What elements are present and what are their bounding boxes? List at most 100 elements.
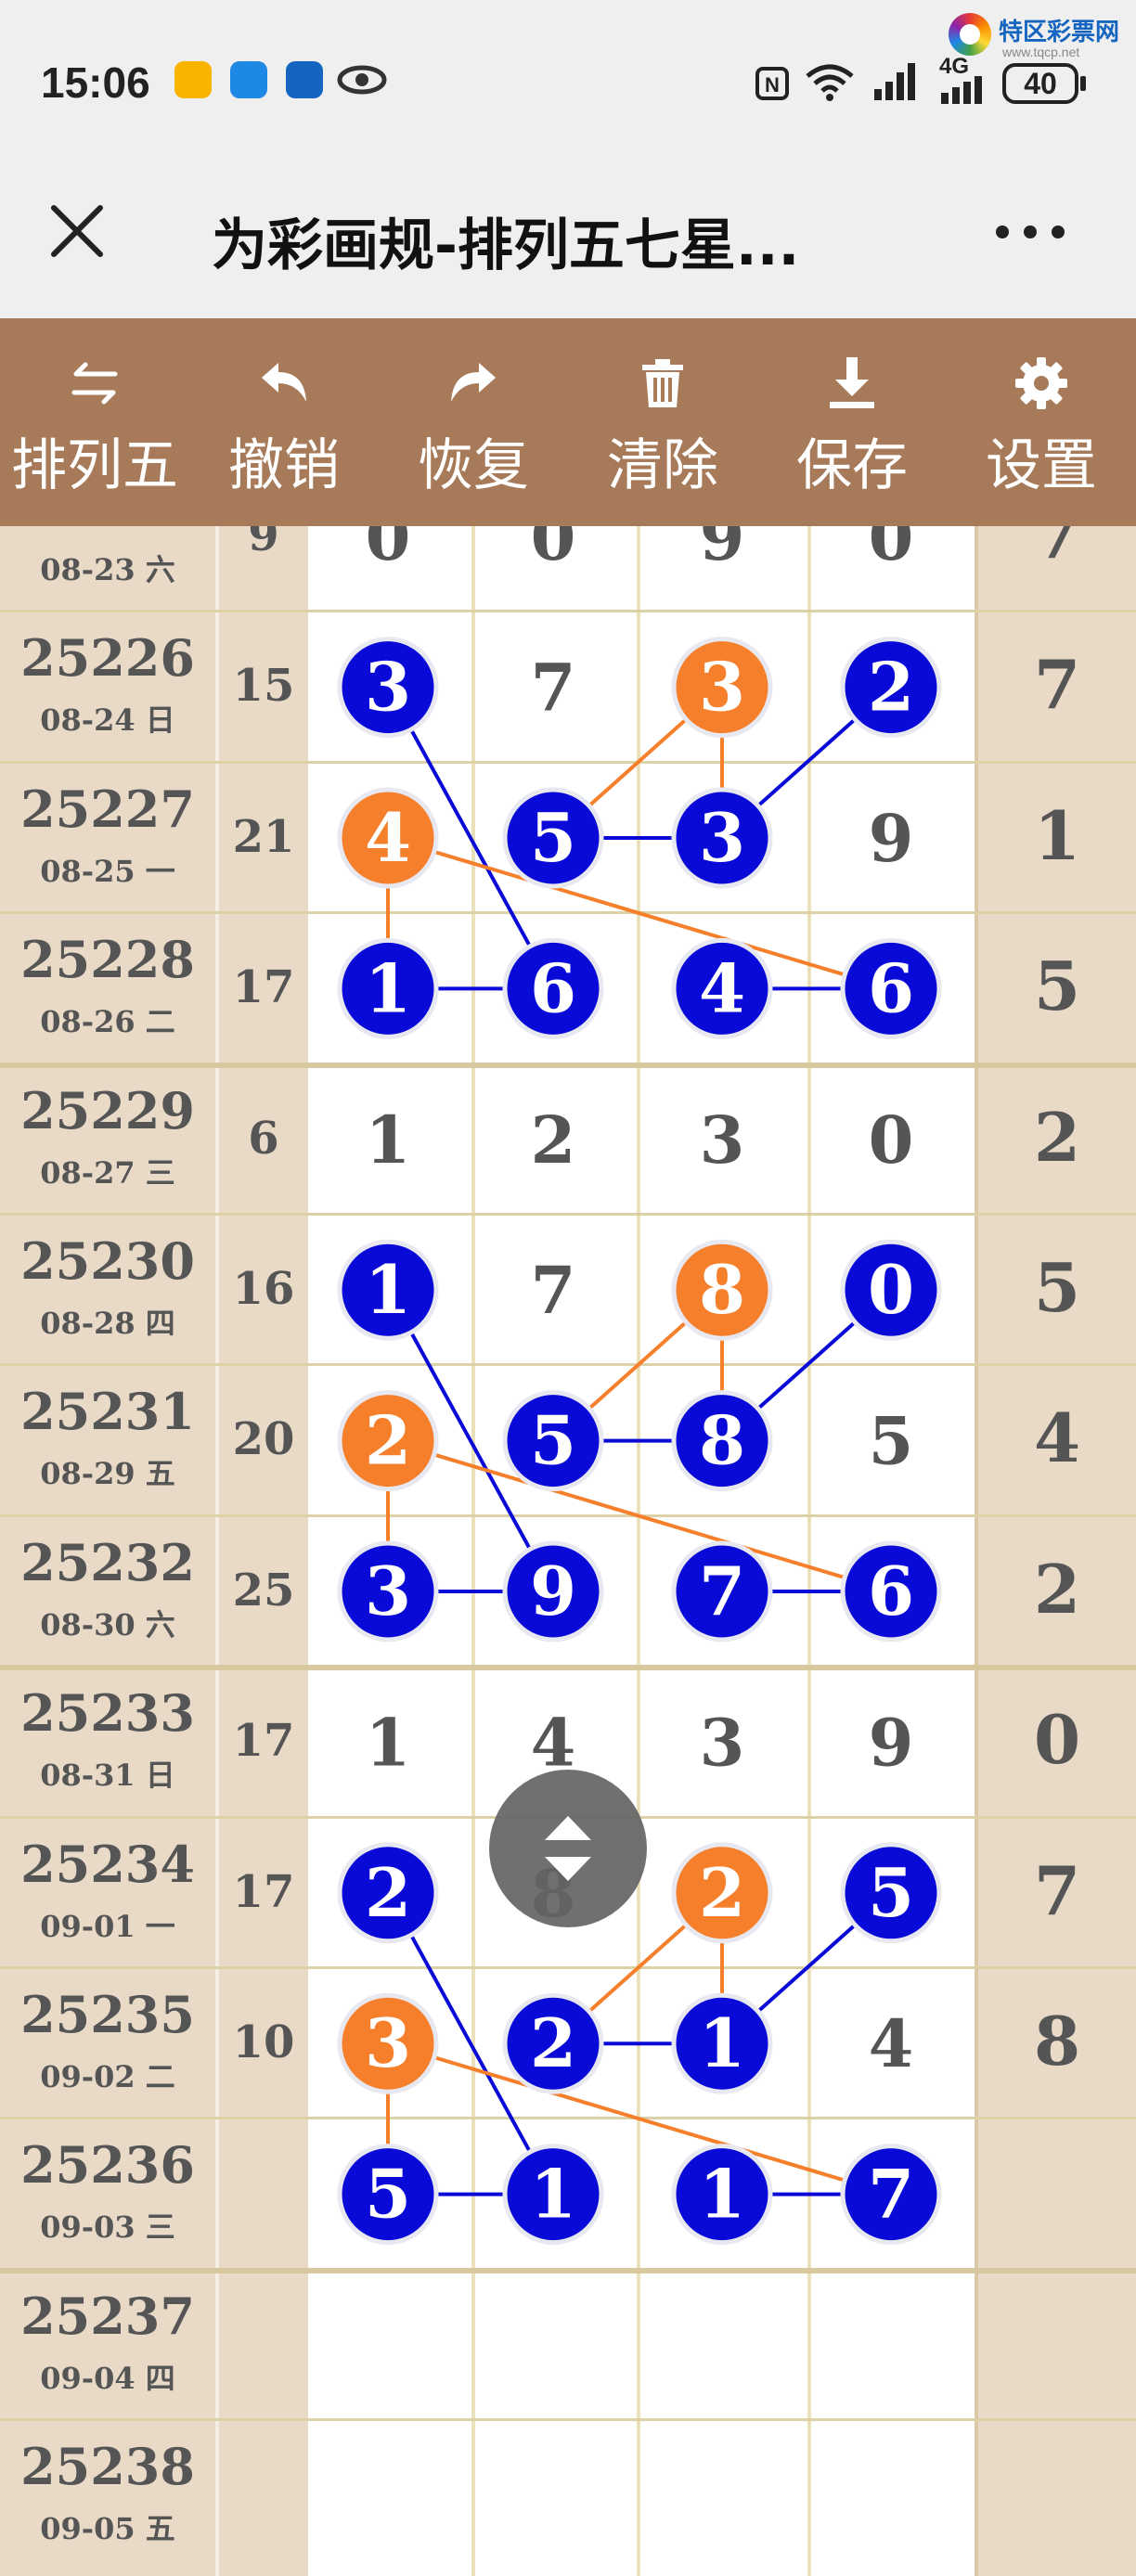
orange-trend-line xyxy=(387,1438,892,1593)
digit-value: 2 xyxy=(531,1101,576,1179)
blue-ball-digit[interactable]: 3 xyxy=(337,1540,439,1642)
digit-value: 1 xyxy=(699,2155,745,2234)
digit-value: 0 xyxy=(366,526,411,575)
digit-value: 2 xyxy=(868,648,914,727)
blue-ball-digit[interactable]: 3 xyxy=(671,787,773,889)
digit-cell[interactable]: 9 xyxy=(869,1704,914,1781)
digit-cell[interactable]: 3 xyxy=(700,1704,745,1781)
blue-ball-digit[interactable]: 1 xyxy=(671,2144,773,2246)
digit-cell[interactable]: 4 xyxy=(869,2005,914,2082)
digit-value: 5 xyxy=(530,798,576,877)
svg-text:N: N xyxy=(765,73,780,97)
blue-ball-digit[interactable]: 5 xyxy=(337,2144,439,2246)
download-icon xyxy=(830,357,874,408)
watermark-name: 特区彩票网 xyxy=(999,19,1120,46)
digit-cell[interactable]: 9 xyxy=(869,800,914,877)
undo-label: 撤销 xyxy=(228,433,340,498)
orange-ball-digit[interactable]: 8 xyxy=(671,1239,773,1341)
digit-value: 4 xyxy=(869,2005,914,2082)
scroll-toggle-button[interactable] xyxy=(489,1770,647,1927)
blue-ball-digit[interactable]: 3 xyxy=(337,637,439,739)
blue-ball-digit[interactable]: 5 xyxy=(502,787,604,889)
settings-button[interactable]: 设置 xyxy=(947,318,1136,526)
digit-value: 5 xyxy=(365,2155,411,2234)
scroll-arrows-icon xyxy=(545,1816,591,1881)
blue-ball-digit[interactable]: 6 xyxy=(840,1540,942,1642)
blue-ball-digit[interactable]: 9 xyxy=(502,1540,604,1642)
digit-cell[interactable]: 5 xyxy=(869,1403,914,1480)
status-bar: 15:06 N 4G 40 特区彩票网 www.tqcp.net xyxy=(0,0,1136,167)
undo-button[interactable]: 撤销 xyxy=(189,318,379,526)
digit-cell[interactable]: 0 xyxy=(366,526,411,575)
save-button[interactable]: 保存 xyxy=(757,318,947,526)
weibo-icon xyxy=(174,61,212,98)
digit-cell[interactable]: 7 xyxy=(531,1252,576,1329)
digit-value: 9 xyxy=(869,1704,914,1781)
blue-ball-digit[interactable]: 8 xyxy=(671,1390,773,1492)
orange-ball-digit[interactable]: 3 xyxy=(671,637,773,739)
digit-value: 5 xyxy=(868,1853,914,1932)
clear-button[interactable]: 清除 xyxy=(568,318,757,526)
digit-value: 7 xyxy=(531,650,576,727)
blue-ball-digit[interactable]: 2 xyxy=(502,1992,604,2094)
blue-ball-digit[interactable]: 6 xyxy=(502,937,604,1039)
clear-label: 清除 xyxy=(607,433,718,498)
status-time: 15:06 xyxy=(41,58,150,107)
digit-value: 2 xyxy=(365,1853,411,1932)
title-bar: 为彩画规-排列五七星... xyxy=(0,167,1136,318)
digit-cell[interactable]: 7 xyxy=(531,650,576,727)
digit-value: 9 xyxy=(530,1552,576,1630)
close-icon[interactable] xyxy=(46,200,108,262)
blue-ball-digit[interactable]: 2 xyxy=(337,1842,439,1944)
orange-ball-digit[interactable]: 3 xyxy=(337,1992,439,2094)
trash-icon xyxy=(642,359,683,407)
blue-ball-digit[interactable]: 1 xyxy=(337,1239,439,1341)
blue-ball-digit[interactable]: 7 xyxy=(671,1540,773,1642)
blue-ball-digit[interactable]: 4 xyxy=(671,937,773,1039)
orange-trend-line xyxy=(387,836,892,991)
blue-ball-digit[interactable]: 7 xyxy=(840,2144,942,2246)
trend-chart-grid[interactable]: 2522508-23 六972522608-24 日1572522708-25 … xyxy=(0,526,1136,2576)
digit-cell[interactable]: 1 xyxy=(366,1704,411,1781)
blue-ball-digit[interactable]: 1 xyxy=(671,1992,773,2094)
digit-value: 0 xyxy=(869,1101,914,1179)
message-app-icon xyxy=(230,61,267,98)
digit-value: 3 xyxy=(700,1704,745,1781)
blue-ball-digit[interactable]: 2 xyxy=(840,637,942,739)
digit-value: 6 xyxy=(868,948,914,1027)
digit-value: 1 xyxy=(530,2155,576,2234)
blue-ball-digit[interactable]: 5 xyxy=(502,1390,604,1492)
wifi-icon xyxy=(806,64,854,101)
digit-value: 8 xyxy=(699,1401,745,1480)
digit-value: 3 xyxy=(700,1101,745,1179)
signal-icon-2 xyxy=(941,76,982,104)
digit-value: 9 xyxy=(869,800,914,877)
digit-cell[interactable]: 0 xyxy=(531,526,576,575)
digit-cell[interactable]: 0 xyxy=(869,1101,914,1179)
blue-ball-digit[interactable]: 0 xyxy=(840,1239,942,1341)
nfc-icon: N xyxy=(755,67,789,100)
digit-value: 5 xyxy=(530,1401,576,1480)
digit-value: 4 xyxy=(699,948,745,1027)
digit-value: 2 xyxy=(699,1853,745,1932)
switch-game-button[interactable]: 排列五 xyxy=(0,318,189,526)
digit-value: 4 xyxy=(365,798,411,877)
redo-button[interactable]: 恢复 xyxy=(379,318,568,526)
blue-ball-digit[interactable]: 1 xyxy=(337,937,439,1039)
digit-cell[interactable]: 0 xyxy=(869,526,914,575)
orange-ball-digit[interactable]: 2 xyxy=(671,1842,773,1944)
digit-cell[interactable]: 9 xyxy=(700,526,745,575)
blue-ball-digit[interactable]: 5 xyxy=(840,1842,942,1944)
orange-ball-digit[interactable]: 4 xyxy=(337,787,439,889)
orange-ball-digit[interactable]: 2 xyxy=(337,1390,439,1492)
digit-value: 0 xyxy=(531,526,576,575)
digit-cell[interactable]: 2 xyxy=(531,1101,576,1179)
digit-cell[interactable]: 1 xyxy=(366,1101,411,1179)
more-options-icon[interactable] xyxy=(993,223,1067,241)
watermark-logo-icon xyxy=(949,13,991,56)
blue-ball-digit[interactable]: 1 xyxy=(502,2144,604,2246)
camera-app-icon xyxy=(286,61,323,98)
digit-cell[interactable]: 3 xyxy=(700,1101,745,1179)
blue-ball-digit[interactable]: 6 xyxy=(840,937,942,1039)
digit-value: 1 xyxy=(365,948,411,1027)
